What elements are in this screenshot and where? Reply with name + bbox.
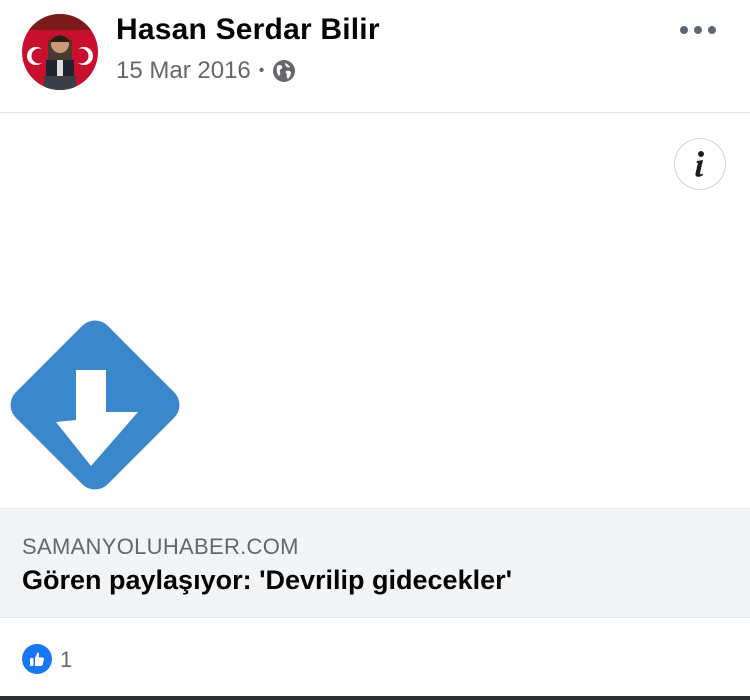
more-options-icon[interactable] bbox=[680, 20, 716, 40]
more-dot bbox=[694, 26, 702, 34]
post-date[interactable]: 15 Mar 2016 bbox=[116, 57, 251, 85]
meta-separator: • bbox=[258, 62, 265, 79]
more-dot bbox=[708, 26, 716, 34]
reactions-bar: 1 bbox=[0, 618, 750, 696]
link-preview-caption[interactable]: SAMANYOLUHABER.COM Gören paylaşıyor: 'De… bbox=[0, 508, 750, 618]
link-title[interactable]: Gören paylaşıyor: 'Devrilip gidecekler' bbox=[22, 565, 512, 596]
post-header: Hasan Serdar Bilir 15 Mar 2016 • bbox=[0, 0, 750, 113]
post-author[interactable]: Hasan Serdar Bilir bbox=[116, 13, 380, 47]
bottom-edge bbox=[0, 696, 750, 700]
link-preview-image[interactable] bbox=[0, 114, 750, 508]
like-count[interactable]: 1 bbox=[60, 647, 72, 673]
link-domain: SAMANYOLUHABER.COM bbox=[22, 534, 299, 559]
more-dot bbox=[680, 26, 688, 34]
post-meta: 15 Mar 2016 • bbox=[116, 57, 296, 85]
like-icon[interactable] bbox=[22, 644, 52, 674]
avatar-image bbox=[22, 14, 98, 90]
globe-icon bbox=[272, 59, 296, 83]
download-arrow-logo bbox=[0, 310, 200, 508]
info-icon[interactable] bbox=[674, 138, 726, 190]
avatar[interactable] bbox=[22, 14, 98, 90]
